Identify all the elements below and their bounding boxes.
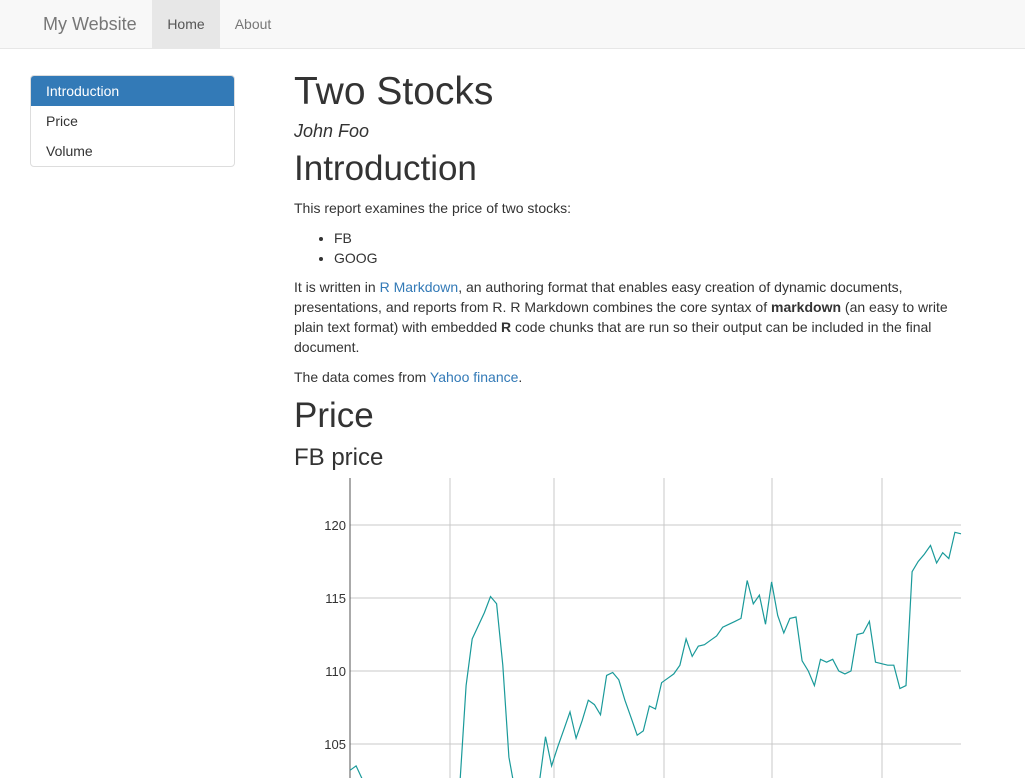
data-suffix: . (518, 369, 523, 385)
series-line (349, 531, 962, 778)
y-tick-label: 120 (324, 518, 346, 533)
fb-price-heading: FB price (294, 444, 384, 471)
written-prefix: It is written in (294, 279, 380, 295)
brand-link[interactable]: My Website (43, 14, 137, 35)
y-tick-label: 115 (325, 591, 346, 606)
markdown-bold: markdown (771, 299, 842, 315)
fb-price-chart: 105 110 115 120 (324, 478, 962, 778)
list-item: FB (334, 228, 378, 248)
toc-item-introduction[interactable]: Introduction (31, 76, 234, 106)
navbar: My Website Home About (0, 0, 1025, 49)
ticker-list: FB GOOG (294, 228, 378, 268)
nav-about[interactable]: About (220, 0, 286, 49)
nav-home[interactable]: Home (152, 0, 220, 49)
toc-item-price[interactable]: Price (31, 106, 234, 136)
rmarkdown-link[interactable]: R Markdown (380, 279, 459, 295)
r-bold: R (501, 319, 512, 335)
description-paragraph: It is written in R Markdown, an authorin… (294, 277, 959, 357)
table-of-contents: Introduction Price Volume (30, 75, 235, 167)
data-source-paragraph: The data comes from Yahoo finance. (294, 367, 959, 387)
data-prefix: The data comes from (294, 369, 430, 385)
toc-item-volume[interactable]: Volume (31, 136, 234, 166)
author: John Foo (294, 121, 370, 141)
page-title: Two Stocks (294, 70, 494, 113)
list-item: GOOG (334, 248, 378, 268)
y-tick-label: 110 (325, 664, 346, 679)
yahoo-finance-link[interactable]: Yahoo finance (430, 369, 518, 385)
y-tick-label: 105 (324, 737, 346, 752)
price-heading: Price (294, 396, 374, 435)
intro-heading: Introduction (294, 149, 477, 188)
intro-text: This report examines the price of two st… (294, 200, 571, 216)
